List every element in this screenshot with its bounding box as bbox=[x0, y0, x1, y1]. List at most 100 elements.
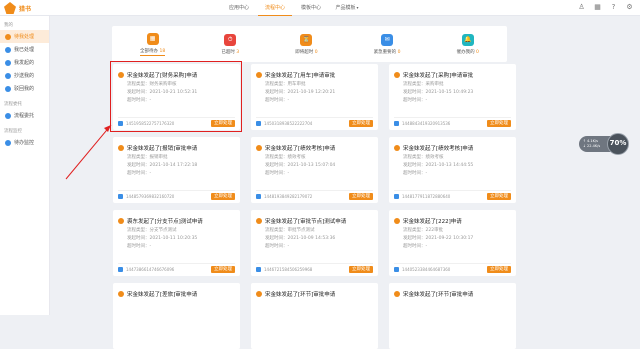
help-icon[interactable]: ? bbox=[609, 3, 618, 12]
card-id-text: 1448579369832160720 bbox=[126, 193, 175, 199]
card-field-time: 发起时间：2021-09-22 10:30:17 bbox=[403, 235, 473, 241]
card-id: 1447386614746676096 bbox=[118, 266, 174, 272]
sidebar-item-label: 待办监控 bbox=[14, 140, 35, 146]
field-label: 超时时间： bbox=[265, 244, 288, 249]
task-card[interactable]: 宋金妹发起了[绩效考核]申请 流程类型：绩效考核 发起时间：2021-10-13 1… bbox=[251, 137, 378, 203]
nav-item-0[interactable]: 应用中心 bbox=[222, 0, 256, 16]
card-field-overdue: 超时时间：- bbox=[265, 170, 289, 176]
task-card[interactable]: 宋金妹发起了[222]申请 流程类型：222审批 发起时间：2021-09-22 1… bbox=[389, 210, 516, 276]
card-title-text: 裘东发起了[分支节点]测试申请 bbox=[127, 219, 203, 225]
user-icon[interactable]: ♙ bbox=[577, 3, 586, 12]
top-bar: 猎书 应用中心 流程中心 模板中心 产品模板▾ ♙ ▦? ⚙ bbox=[0, 0, 640, 16]
field-value: - bbox=[425, 171, 428, 176]
card-field-type: 流程类型：报销审批 bbox=[127, 154, 168, 160]
sidebar-section-title: 流程监控 bbox=[4, 129, 22, 134]
card-title-text: 宋金妹发起了[222]申请 bbox=[403, 219, 462, 225]
card-id-text: 1448193849282179072 bbox=[264, 193, 313, 199]
task-card[interactable]: 宋金妹发起了[差旅]审批申请 bbox=[113, 283, 240, 349]
grid-icon[interactable]: ▦ bbox=[593, 3, 602, 12]
top-nav: 应用中心 流程中心 模板中心 产品模板▾ bbox=[222, 0, 366, 16]
card-field-type: 流程类型：分支节点测试 bbox=[127, 227, 177, 233]
field-value: 2021-10-14 17:22:18 bbox=[149, 163, 198, 168]
card-field-time: 发起时间：2021-10-19 12:20:21 bbox=[265, 89, 335, 95]
highlight-box bbox=[110, 61, 242, 132]
field-label: 流程类型： bbox=[403, 228, 426, 233]
handle-now-button[interactable]: 立即处理 bbox=[349, 192, 373, 200]
card-title: 裘东发起了[分支节点]测试申请 bbox=[118, 217, 238, 225]
stat-2[interactable]: ⏳ 即将超时 0 bbox=[295, 33, 318, 55]
logo-icon bbox=[4, 2, 16, 14]
field-label: 超时时间： bbox=[403, 171, 426, 176]
task-card[interactable]: 裘东发起了[分支节点]测试申请 流程类型：分支节点测试 发起时间：2021-10-1… bbox=[113, 210, 240, 276]
app-logo[interactable]: 猎书 bbox=[4, 2, 31, 14]
field-value: 采购审批 bbox=[425, 82, 444, 87]
sidebar-item[interactable]: 流程委托 bbox=[0, 109, 49, 122]
card-footer: 1446721584506259968 立即处理 bbox=[256, 263, 373, 273]
handle-now-button[interactable]: 立即处理 bbox=[349, 119, 373, 127]
task-card[interactable]: 宋金妹发起了[环节]审批申请 bbox=[389, 283, 516, 349]
task-icon bbox=[256, 145, 262, 151]
card-field-type: 流程类型：绩效考核 bbox=[403, 154, 444, 160]
card-id-text: 1440523384464687360 bbox=[402, 266, 451, 272]
item-icon bbox=[5, 59, 11, 66]
stat-icon: ⏳ bbox=[300, 33, 313, 46]
field-value: 绩效考核 bbox=[425, 155, 444, 160]
field-value: 2021-10-13 15:07:04 bbox=[287, 163, 336, 168]
stat-count: 3 bbox=[236, 49, 240, 55]
stat-1[interactable]: ⏱ 已超时 3 bbox=[221, 33, 240, 55]
card-title: 宋金妹发起了[环节]审批申请 bbox=[256, 290, 376, 298]
card-field-time: 发起时间：2021-10-09 14:53:36 bbox=[265, 235, 335, 241]
card-field-time: 发起时间：2021-10-14 17:22:18 bbox=[127, 162, 197, 168]
handle-now-button[interactable]: 立即处理 bbox=[211, 192, 235, 200]
field-value: 2021-09-22 10:30:17 bbox=[425, 236, 474, 241]
handle-now-button[interactable]: 立即处理 bbox=[349, 265, 373, 273]
field-label: 发起时间： bbox=[265, 90, 288, 95]
stat-0[interactable]: ▦ 全部待办 18 bbox=[140, 32, 166, 56]
network-speed-widget[interactable]: ↑ 4.1K/s ↓ 22.4K/s 70% bbox=[579, 133, 629, 155]
sidebar-item-label: 我发起的 bbox=[14, 60, 35, 66]
card-field-overdue: 超时时间：- bbox=[127, 243, 151, 249]
handle-now-button[interactable]: 立即处理 bbox=[487, 119, 511, 127]
card-id: 1448177911872880640 bbox=[394, 193, 450, 199]
card-field-type: 流程类型：用车审批 bbox=[265, 81, 306, 87]
task-icon bbox=[394, 291, 400, 297]
task-card[interactable]: 宋金妹发起了[报销]审批申请流程类型：报销审批发起时间：2021-10-14 1… bbox=[113, 137, 240, 203]
card-id: 1440523384464687360 bbox=[394, 266, 451, 272]
sidebar-item[interactable]: 抄送我的 bbox=[0, 69, 49, 82]
nav-item-2[interactable]: 模板中心 bbox=[294, 0, 328, 16]
stat-4[interactable]: 🔔 催办我的 0 bbox=[457, 33, 479, 55]
sidebar-item[interactable]: 我已处理 bbox=[0, 43, 49, 56]
field-value: 2021-10-09 14:53:36 bbox=[287, 236, 336, 241]
stat-icon: ▦ bbox=[146, 32, 159, 45]
card-title-text: 宋金妹发起了[审批节点]测试申请 bbox=[265, 219, 347, 225]
sidebar-item[interactable]: 待我处理 bbox=[0, 30, 49, 43]
tag-icon bbox=[256, 266, 261, 272]
task-card[interactable]: 宋金妹发起了[采购]申请审批 流程类型：采购审批 发起时间：2021-10-15 1… bbox=[389, 64, 516, 130]
sidebar-item[interactable]: 待办监控 bbox=[0, 136, 49, 149]
stat-3[interactable]: ✉ 紧急重要的 0 bbox=[374, 33, 401, 55]
settings-icon[interactable]: ⚙ bbox=[625, 3, 634, 12]
item-icon bbox=[5, 85, 11, 92]
card-title: 宋金妹发起了[环节]审批申请 bbox=[394, 290, 514, 298]
card-id-text: 1450318938522222704 bbox=[264, 120, 313, 126]
card-id: 1448193849282179072 bbox=[256, 193, 313, 199]
card-title: 宋金妹发起了[报销]审批申请 bbox=[118, 144, 238, 152]
card-field-overdue: 超时时间：- bbox=[403, 170, 427, 176]
stats-bar: ▦ 全部待办 18 ⏱ 已超时 3 ⏳ 即将超时 0 ✉ 紧急重要的 0 🔔 催办我的 0 bbox=[112, 26, 507, 62]
card-footer: 1448843419320913536 立即处理 bbox=[394, 117, 511, 127]
stat-text: 紧急重要的 0 bbox=[374, 49, 401, 55]
handle-now-button[interactable]: 立即处理 bbox=[211, 265, 235, 273]
field-label: 流程类型： bbox=[265, 82, 288, 87]
stat-icon: ⏱ bbox=[224, 33, 237, 46]
stat-count: 0 bbox=[397, 49, 401, 55]
sidebar-item[interactable]: 我发起的 bbox=[0, 56, 49, 69]
task-card[interactable]: 宋金妹发起了[用车]申请审批 流程类型：用车审批 发起时间：2021-10-19 1… bbox=[251, 64, 378, 130]
nav-item-3[interactable]: 产品模板▾ bbox=[330, 0, 364, 16]
task-card[interactable]: 宋金妹发起了[绩效考核]申请 流程类型：绩效考核 发起时间：2021-10-13 1… bbox=[389, 137, 516, 203]
handle-now-button[interactable]: 立即处理 bbox=[487, 265, 511, 273]
task-card[interactable]: 宋金妹发起了[审批节点]测试申请 流程类型：审批节点测试 发起时间：2021-10-… bbox=[251, 210, 378, 276]
nav-item-1[interactable]: 流程中心 bbox=[258, 0, 292, 16]
handle-now-button[interactable]: 立即处理 bbox=[487, 192, 511, 200]
task-card[interactable]: 宋金妹发起了[环节]审批申请 bbox=[251, 283, 378, 349]
sidebar-item[interactable]: 驳回我的 bbox=[0, 82, 49, 95]
